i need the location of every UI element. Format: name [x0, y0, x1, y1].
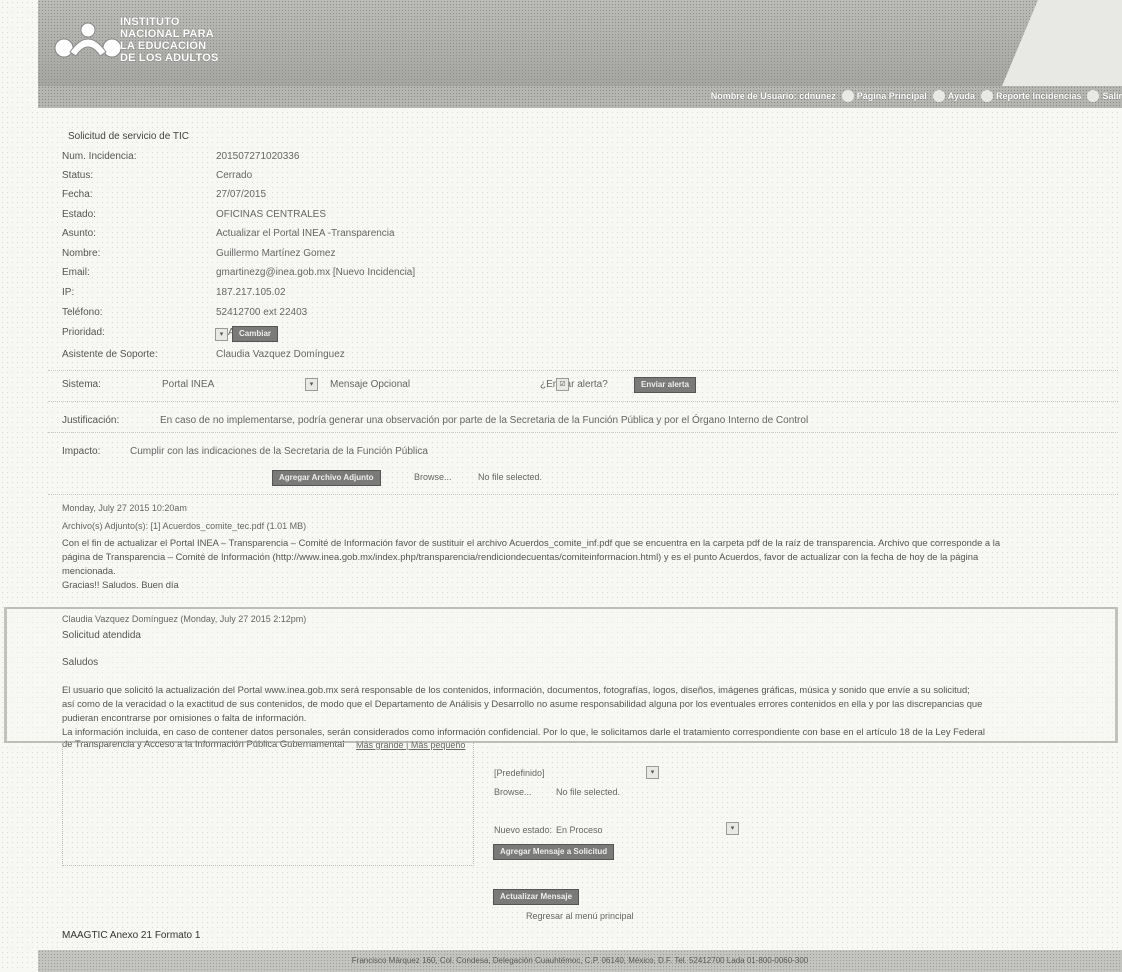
nav-exit-label: Salir [1102, 91, 1122, 101]
field-value: 27/07/2015 [216, 189, 267, 200]
nav-home-label: Página Principal [856, 91, 927, 101]
brand-line: NACIONAL PARA [120, 28, 214, 40]
divider [48, 401, 1118, 402]
brand-line: LA EDUCACIÓN [120, 40, 207, 52]
nav-reports-label: Reporte Incidencias [995, 91, 1082, 101]
footer-address: Francisco Márquez 160, Col. Condesa, Del… [351, 956, 809, 965]
field-value: Guillermo Martínez Gomez [216, 248, 336, 259]
add-attachment-button[interactable]: Agregar Archivo Adjunto [272, 470, 381, 486]
alert-checkbox[interactable]: ☑ [556, 378, 569, 391]
chevron-down-icon[interactable]: ▾ [726, 822, 739, 835]
update-message-button[interactable]: Actualizar Mensaje [493, 889, 580, 905]
message-body-line: Con el fin de actualizar el Portal INEA … [62, 537, 1001, 548]
chevron-down-icon[interactable]: ▾ [215, 328, 228, 341]
field-value: OFICINAS CENTRALES [216, 209, 327, 220]
change-priority-button[interactable]: Cambiar [232, 326, 279, 342]
reply-line: El usuario que solicitó la actualización… [62, 684, 970, 695]
field-value: 187.217.105.02 [216, 287, 286, 298]
box-border [1115, 607, 1118, 741]
divider [48, 432, 1118, 433]
system-select[interactable]: Portal INEA [162, 379, 214, 390]
new-status-select[interactable]: En Proceso [556, 825, 603, 835]
form-identifier: MAAGTIC Anexo 21 Formato 1 [62, 930, 201, 941]
reply-line: Saludos [62, 657, 99, 668]
assistant-label: Asistente de Soporte: [62, 349, 158, 360]
impact-label: Impacto: [62, 446, 101, 457]
field-label: Fecha: [62, 189, 93, 200]
nav-username: Nombre de Usuario: cdnunez [710, 91, 836, 101]
home-icon [841, 90, 854, 102]
message-body-line: página de Transparencia – Comité de Info… [62, 551, 979, 562]
inea-logo [54, 22, 122, 58]
divider [48, 370, 1118, 371]
nav-reports[interactable]: Reporte Incidencias [980, 90, 1082, 102]
assistant-value: Claudia Vazquez Domínguez [216, 349, 345, 360]
reply-line: así como de la veracidad o la exactitud … [62, 698, 983, 709]
message-attachment-link[interactable]: Archivo(s) Adjunto(s): [1] Acuerdos_comi… [62, 521, 306, 531]
reply-line: Solicitud atendida [62, 630, 141, 641]
nav-help[interactable]: Ayuda [932, 90, 975, 102]
field-value: gmartinezg@inea.gob.mx [Nuevo Incidencia… [216, 267, 416, 278]
system-label: Sistema: [62, 379, 101, 390]
send-alert-label: ¿Enviar alerta? [540, 379, 608, 390]
field-value: Actualizar el Portal INEA -Transparencia [216, 228, 395, 239]
top-nav: Nombre de Usuario: cdnunez Página Princi… [38, 86, 1122, 108]
message-textarea[interactable] [62, 742, 474, 866]
field-value: 201507271020336 [216, 151, 300, 162]
brand-line: DE LOS ADULTOS [120, 52, 219, 64]
field-label: Num. Incidencia: [62, 151, 137, 162]
reply-header: Claudia Vazquez Domínguez (Monday, July … [62, 614, 307, 624]
reply-no-file-label: No file selected. [556, 787, 621, 797]
field-label: Email: [62, 267, 90, 278]
brand-line: INSTITUTO [120, 16, 180, 28]
new-status-label: Nuevo estado: [494, 825, 553, 835]
field-label: IP: [62, 287, 75, 298]
justification-value: En caso de no implementarse, podría gene… [160, 415, 809, 426]
field-value: Cerrado [216, 170, 253, 181]
field-label: Status: [62, 170, 94, 181]
field-value: 52412700 ext 22403 [216, 307, 308, 318]
impact-value: Cumplir con las indicaciones de la Secre… [130, 446, 428, 457]
nav-home[interactable]: Página Principal [841, 90, 927, 102]
field-label: Asunto: [62, 228, 96, 239]
priority-label: Prioridad: [62, 327, 105, 338]
no-file-label: No file selected. [478, 472, 543, 482]
exit-icon [1087, 90, 1100, 102]
reply-line: La información incluida, en caso de cont… [62, 726, 985, 737]
footer-bar: Francisco Márquez 160, Col. Condesa, Del… [38, 950, 1122, 972]
reply-line: pudieran encontrarse por omisiones o fal… [62, 712, 307, 723]
chevron-down-icon[interactable]: ▾ [305, 378, 318, 391]
field-label: Teléfono: [62, 307, 103, 318]
optional-message-select[interactable]: Mensaje Opcional [330, 379, 410, 390]
message-body-line: mencionada. [62, 565, 116, 576]
predefined-select[interactable]: [Predefinido] [494, 768, 545, 778]
message-header: Monday, July 27 2015 10:20am [62, 503, 187, 513]
report-icon [980, 90, 993, 102]
field-label: Nombre: [62, 248, 101, 259]
return-menu-link[interactable]: Regresar al menú principal [526, 911, 634, 921]
chevron-down-icon[interactable]: ▾ [646, 766, 659, 779]
send-alert-button[interactable]: Enviar alerta [634, 377, 697, 393]
divider [48, 494, 1118, 495]
box-border [4, 607, 7, 741]
nav-help-label: Ayuda [947, 91, 975, 101]
nav-exit[interactable]: Salir [1087, 90, 1122, 102]
help-icon [932, 90, 945, 102]
brand-name: INSTITUTO NACIONAL PARA LA EDUCACIÓN DE … [120, 16, 260, 64]
field-label: Estado: [62, 209, 96, 220]
page-title: Solicitud de servicio de TIC [68, 131, 189, 142]
justification-label: Justificación: [62, 415, 120, 426]
add-message-button[interactable]: Agregar Mensaje a Solicitud [493, 844, 615, 860]
message-body-line: Gracias!! Saludos. Buen día [62, 579, 179, 590]
reply-browse-button[interactable]: Browse... [494, 787, 532, 797]
header-graphic [1002, 0, 1122, 86]
browse-button[interactable]: Browse... [414, 472, 452, 482]
